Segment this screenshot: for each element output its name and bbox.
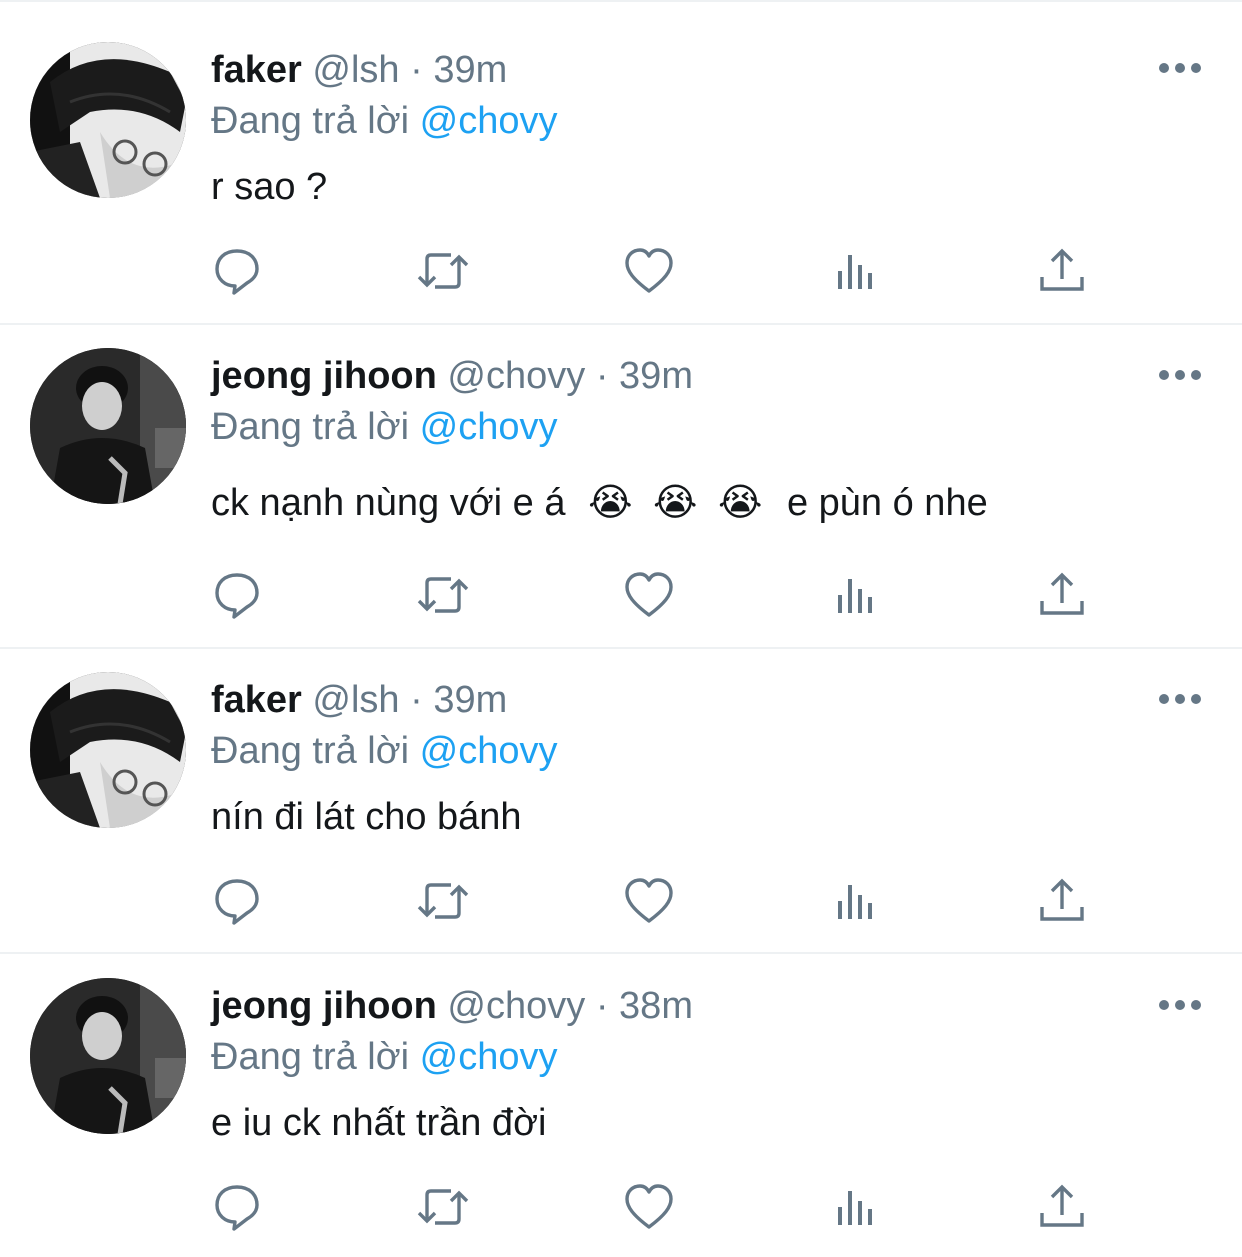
divider: [0, 0, 1242, 2]
display-name[interactable]: faker: [211, 49, 302, 91]
faker-avatar: [30, 42, 186, 198]
tweet[interactable]: jeong jihoon @chovy · 39m Đang trả lời @…: [0, 323, 1242, 647]
chovy-avatar: [30, 978, 186, 1134]
handle[interactable]: @chovy: [447, 985, 585, 1027]
share-icon[interactable]: [1034, 1179, 1090, 1235]
tweet[interactable]: faker @lsh · 39m Đang trả lời @chovy r s…: [0, 0, 1242, 323]
timestamp[interactable]: 38m: [619, 985, 693, 1027]
mention-link[interactable]: @chovy: [420, 100, 558, 142]
more-icon[interactable]: [1158, 689, 1202, 709]
separator: ·: [410, 679, 423, 721]
reply-icon[interactable]: [209, 873, 265, 929]
avatar[interactable]: [30, 672, 186, 828]
timestamp[interactable]: 39m: [619, 355, 693, 397]
replying-to: Đang trả lời @chovy: [211, 99, 558, 143]
retweet-icon[interactable]: [415, 243, 471, 299]
timestamp[interactable]: 39m: [433, 679, 507, 721]
tweet-feed: faker @lsh · 39m Đang trả lời @chovy r s…: [0, 0, 1242, 1257]
analytics-icon[interactable]: [828, 1179, 884, 1235]
action-bar: [0, 873, 1242, 933]
chovy-avatar: [30, 348, 186, 504]
crying-emoji: 😭: [653, 482, 698, 524]
mention-link[interactable]: @chovy: [420, 730, 558, 772]
display-name[interactable]: faker: [211, 679, 302, 721]
reply-icon[interactable]: [209, 1179, 265, 1235]
more-icon[interactable]: [1158, 58, 1202, 78]
reply-prefix: Đang trả lời: [211, 100, 410, 142]
reply-prefix: Đang trả lời: [211, 1036, 410, 1078]
action-bar: [0, 243, 1242, 303]
tweet-text: nín đi lát cho bánh: [211, 796, 522, 838]
action-bar: [0, 1179, 1242, 1239]
replying-to: Đang trả lời @chovy: [211, 1035, 558, 1079]
handle[interactable]: @lsh: [312, 49, 399, 91]
reply-prefix: Đang trả lời: [211, 730, 410, 772]
divider: [0, 952, 1242, 954]
analytics-icon[interactable]: [828, 243, 884, 299]
tweet-header: faker @lsh · 39m: [211, 678, 507, 722]
separator: ·: [595, 985, 609, 1027]
avatar[interactable]: [30, 42, 186, 198]
replying-to: Đang trả lời @chovy: [211, 729, 558, 773]
share-icon[interactable]: [1034, 567, 1090, 623]
display-name[interactable]: jeong jihoon: [211, 985, 437, 1027]
separator: ·: [410, 49, 423, 91]
more-icon[interactable]: [1158, 365, 1202, 385]
more-icon[interactable]: [1158, 995, 1202, 1015]
divider: [0, 323, 1242, 325]
crying-emoji: 😭: [718, 482, 763, 524]
tweet-header: jeong jihoon @chovy · 39m: [211, 354, 693, 398]
tweet-text: e iu ck nhất trần đời: [211, 1102, 547, 1144]
heart-icon[interactable]: [621, 243, 677, 299]
mention-link[interactable]: @chovy: [420, 406, 558, 448]
tweet-header: faker @lsh · 39m: [211, 48, 507, 92]
replying-to: Đang trả lời @chovy: [211, 405, 558, 449]
share-icon[interactable]: [1034, 243, 1090, 299]
timestamp[interactable]: 39m: [433, 49, 507, 91]
divider: [0, 647, 1242, 649]
reply-icon[interactable]: [209, 243, 265, 299]
analytics-icon[interactable]: [828, 567, 884, 623]
avatar[interactable]: [30, 978, 186, 1134]
handle[interactable]: @lsh: [312, 679, 399, 721]
heart-icon[interactable]: [621, 1179, 677, 1235]
share-icon[interactable]: [1034, 873, 1090, 929]
mention-link[interactable]: @chovy: [420, 1036, 558, 1078]
tweet-text-part: e pùn ó nhe: [786, 482, 988, 524]
display-name[interactable]: jeong jihoon: [211, 355, 437, 397]
tweet-text: r sao ?: [211, 166, 328, 208]
heart-icon[interactable]: [621, 873, 677, 929]
analytics-icon[interactable]: [828, 873, 884, 929]
action-bar: [0, 567, 1242, 627]
tweet-text-part: ck nạnh nùng với e á: [211, 482, 566, 524]
crying-emoji: 😭: [588, 482, 633, 524]
retweet-icon[interactable]: [415, 873, 471, 929]
tweet-text: ck nạnh nùng với e á 😭 😭 😭 e pùn ó nhe: [211, 480, 988, 526]
reply-icon[interactable]: [209, 567, 265, 623]
tweet[interactable]: jeong jihoon @chovy · 38m Đang trả lời @…: [0, 952, 1242, 1257]
faker-avatar: [30, 672, 186, 828]
retweet-icon[interactable]: [415, 567, 471, 623]
tweet[interactable]: faker @lsh · 39m Đang trả lời @chovy nín…: [0, 647, 1242, 952]
heart-icon[interactable]: [621, 567, 677, 623]
reply-prefix: Đang trả lời: [211, 406, 410, 448]
handle[interactable]: @chovy: [447, 355, 585, 397]
retweet-icon[interactable]: [415, 1179, 471, 1235]
avatar[interactable]: [30, 348, 186, 504]
tweet-header: jeong jihoon @chovy · 38m: [211, 984, 693, 1028]
separator: ·: [595, 355, 609, 397]
